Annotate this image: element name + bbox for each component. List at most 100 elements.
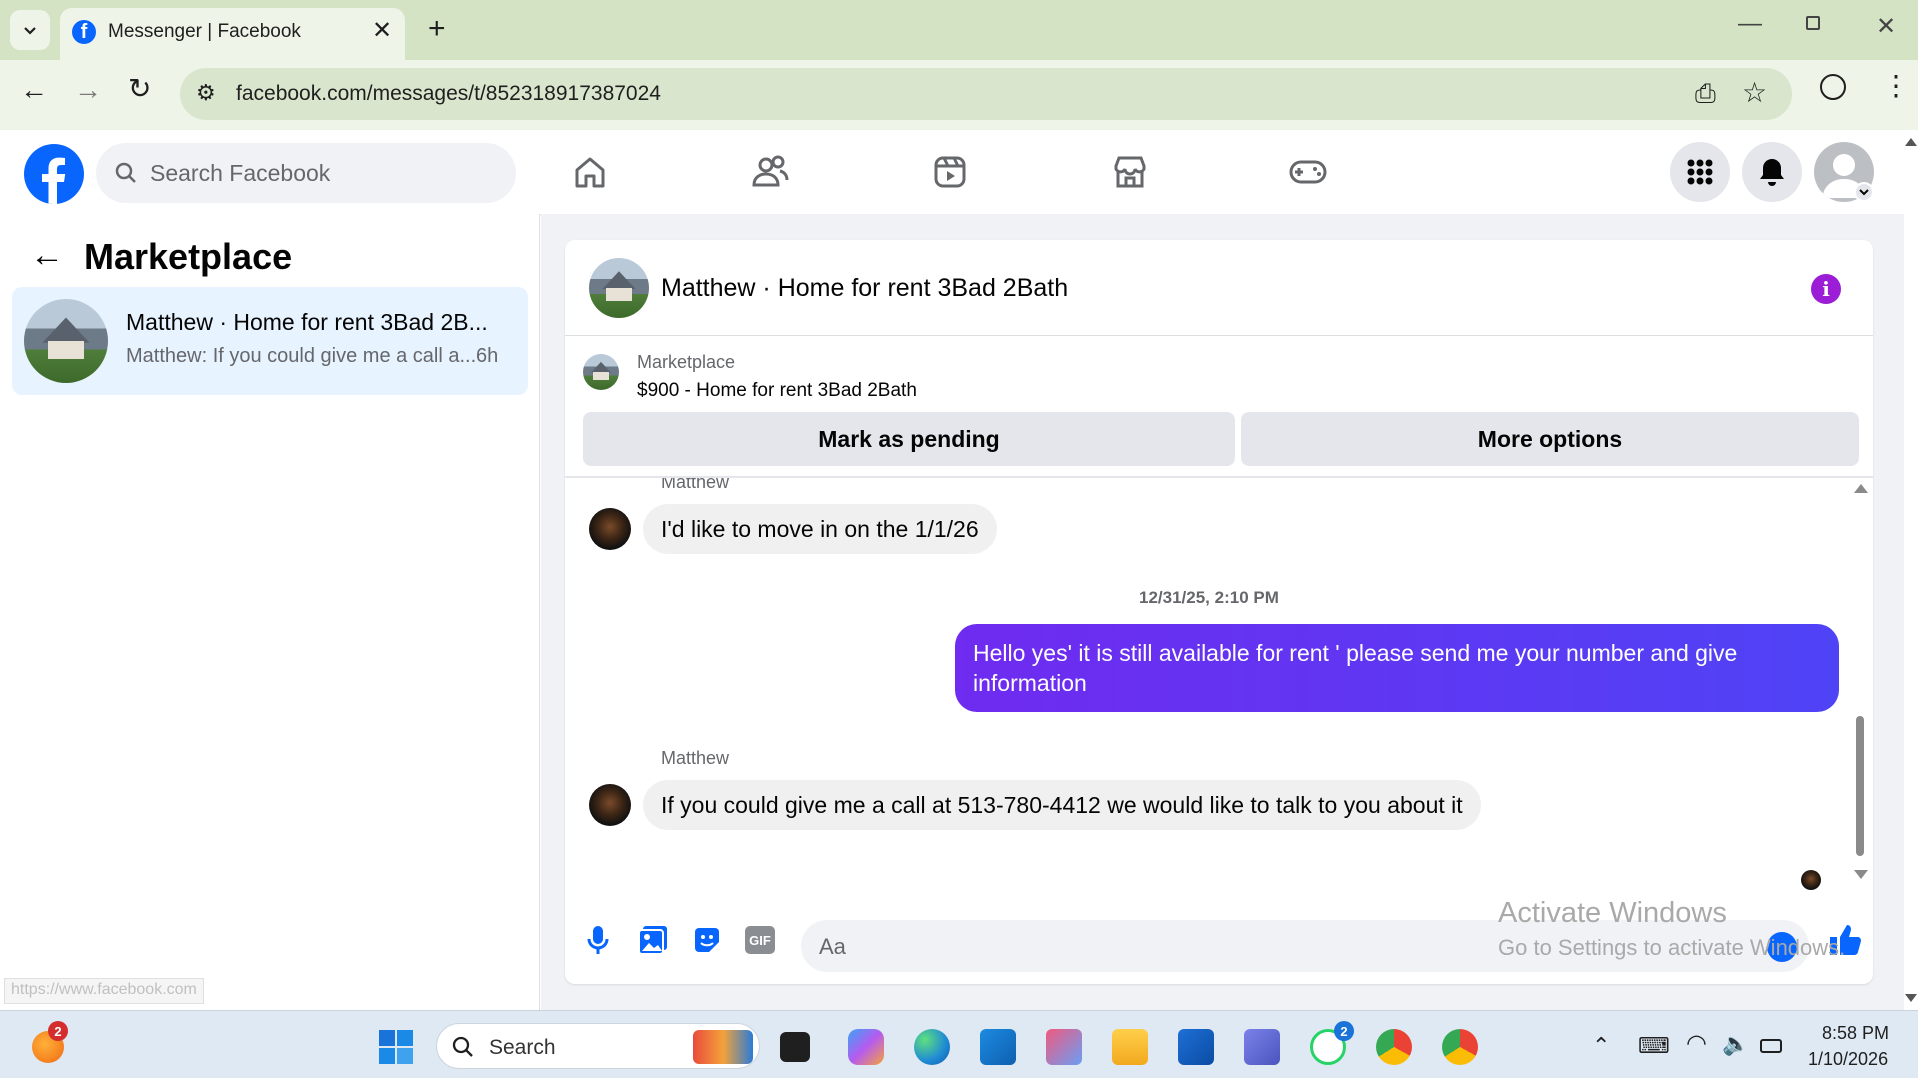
windows-start-icon[interactable] [378,1029,414,1065]
edge-icon[interactable] [914,1029,950,1065]
facebook-logo[interactable] [24,144,84,204]
sender-avatar[interactable] [589,784,631,826]
site-settings-icon[interactable]: ⚙ [196,80,216,106]
url-text: facebook.com/messages/t/852318917387024 [236,82,661,105]
clock-time[interactable]: 8:58 PM [1822,1023,1889,1044]
bell-icon [1760,159,1784,186]
scroll-thumb[interactable] [1856,716,1864,856]
battery-icon[interactable] [1760,1039,1782,1053]
notifications-button[interactable] [1742,142,1802,202]
volume-icon[interactable]: 🔈 [1722,1031,1749,1057]
listing-title[interactable]: $900 - Home for rent 3Bad 2Bath [637,380,917,402]
page-scroll-up[interactable] [1905,138,1917,146]
search-icon [115,162,136,183]
clock-date[interactable]: 1/10/2026 [1808,1049,1888,1070]
activate-windows-title: Activate Windows [1498,897,1727,929]
message-bubble-outgoing[interactable]: Hello yes' it is still available for ren… [955,624,1839,712]
messages-scrollbar[interactable] [1853,484,1868,880]
listing-thumbnail [24,299,108,383]
gif-icon[interactable]: GIF [745,926,775,954]
photo-icon[interactable] [637,924,669,956]
page-scrollbar[interactable] [1904,130,1918,1010]
messages-area: Matthew I'd like to move in on the 1/1/2… [565,478,1873,898]
browser-toolbar: ← → ↻ ⚙ facebook.com/messages/t/85231891… [0,60,1918,130]
grid-icon [1687,159,1713,185]
snipping-tool-icon[interactable] [1046,1029,1082,1065]
microsoft-store-icon[interactable] [1178,1029,1214,1065]
close-window-button[interactable]: ✕ [1876,12,1896,41]
page-scroll-down[interactable] [1905,994,1917,1002]
reload-icon[interactable]: ↻ [128,72,151,105]
sender-name: Matthew [661,748,730,768]
status-url: https://www.facebook.com [4,978,204,1004]
whatsapp-badge: 2 [1334,1021,1354,1041]
conversation-avatar[interactable] [589,258,649,318]
mark-as-pending-button[interactable]: Mark as pending [583,412,1235,466]
bookmark-star-icon[interactable]: ☆ [1742,76,1767,109]
copilot-icon[interactable] [848,1029,884,1065]
conversation-header: Matthew · Home for rent 3Bad 2Bath i [565,240,1873,336]
wifi-icon[interactable]: ◠ [1686,1029,1707,1058]
message-timestamp: 12/31/25, 2:10 PM [1139,588,1279,607]
thread-name: Matthew · Home for rent 3Bad 2B... [126,309,488,335]
friends-nav-icon[interactable] [742,146,798,198]
tab-title: Messenger | Facebook [108,21,301,42]
conversation-title[interactable]: Matthew · Home for rent 3Bad 2Bath [661,274,1068,303]
chevron-up-icon[interactable]: ⌃ [1592,1033,1610,1059]
chat-thread-item[interactable]: Matthew · Home for rent 3Bad 2B... Matth… [12,287,528,395]
chat-main-area: Matthew · Home for rent 3Bad 2Bath i Mar… [541,214,1904,1010]
gaming-nav-icon[interactable] [1280,146,1336,198]
task-view-icon[interactable] [780,1032,810,1062]
scroll-down-arrow[interactable] [1854,870,1868,879]
taskbar-search-box[interactable]: Search [436,1023,760,1069]
facebook-favicon-icon: f [72,20,96,44]
info-icon[interactable]: i [1811,274,1841,304]
home-nav-icon[interactable] [562,146,618,198]
chrome-icon[interactable] [1376,1029,1412,1065]
search-icon [452,1036,473,1057]
profile-icon[interactable] [1820,74,1846,100]
sticker-icon[interactable] [691,924,723,956]
browser-tab-messenger[interactable]: f Messenger | Facebook ✕ [60,8,405,60]
marketplace-nav-icon[interactable] [1102,146,1158,198]
kebab-menu-icon[interactable]: ⋮ [1882,72,1910,100]
seen-receipt-avatar [1801,870,1821,890]
windows-taskbar: 2 Search 2 ⌃ ⌨ ◠ 🔈 8:58 PM 1/10/2026 [0,1010,1918,1078]
install-app-icon[interactable]: ⎙ [1695,78,1716,110]
search-placeholder: Search Facebook [150,160,331,186]
thread-preview: Matthew: If you could give me a call a..… [126,345,477,367]
forward-arrow-icon[interactable]: → [74,74,102,106]
more-options-button[interactable]: More options [1241,412,1859,466]
back-arrow-icon[interactable]: ← [30,236,64,275]
panel-title: Marketplace [84,236,293,277]
back-arrow-icon[interactable]: ← [20,74,48,106]
menu-grid-button[interactable] [1670,142,1730,202]
browser-tab-strip: f Messenger | Facebook ✕ + — ✕ [0,0,1918,60]
message-bubble-incoming[interactable]: If you could give me a call at 513-780-4… [643,780,1481,830]
account-chevron-icon[interactable] [1854,182,1874,202]
address-bar[interactable]: ⚙ facebook.com/messages/t/85231891738702… [180,68,1792,120]
outlook-icon[interactable] [980,1029,1016,1065]
microphone-icon[interactable] [583,924,613,956]
tab-search-button[interactable] [10,10,50,50]
video-nav-icon[interactable] [922,146,978,198]
message-bubble-incoming[interactable]: I'd like to move in on the 1/1/26 [643,504,997,554]
facebook-f-icon [42,157,66,204]
listing-source: Marketplace [637,352,736,372]
teams-icon[interactable] [1244,1029,1280,1065]
file-explorer-icon[interactable] [1112,1029,1148,1065]
message-input-placeholder: Aa [819,934,846,959]
tab-close-icon[interactable]: ✕ [372,16,392,45]
keyboard-icon[interactable]: ⌨ [1638,1033,1670,1059]
activate-windows-subtitle: Go to Settings to activate Windows. [1498,935,1846,960]
scroll-up-arrow[interactable] [1854,484,1868,493]
facebook-header: Search Facebook [0,130,1904,214]
facebook-search-input[interactable]: Search Facebook [96,143,516,203]
minimize-button[interactable]: — [1738,10,1762,38]
chat-list-panel: ← Marketplace Matthew · Home for rent 3B… [0,214,540,1010]
new-tab-button[interactable]: + [428,12,446,46]
chrome-profile-icon[interactable] [1442,1029,1478,1065]
restore-button[interactable] [1806,16,1820,30]
chevron-down-icon [24,27,36,35]
sender-avatar[interactable] [589,508,631,550]
